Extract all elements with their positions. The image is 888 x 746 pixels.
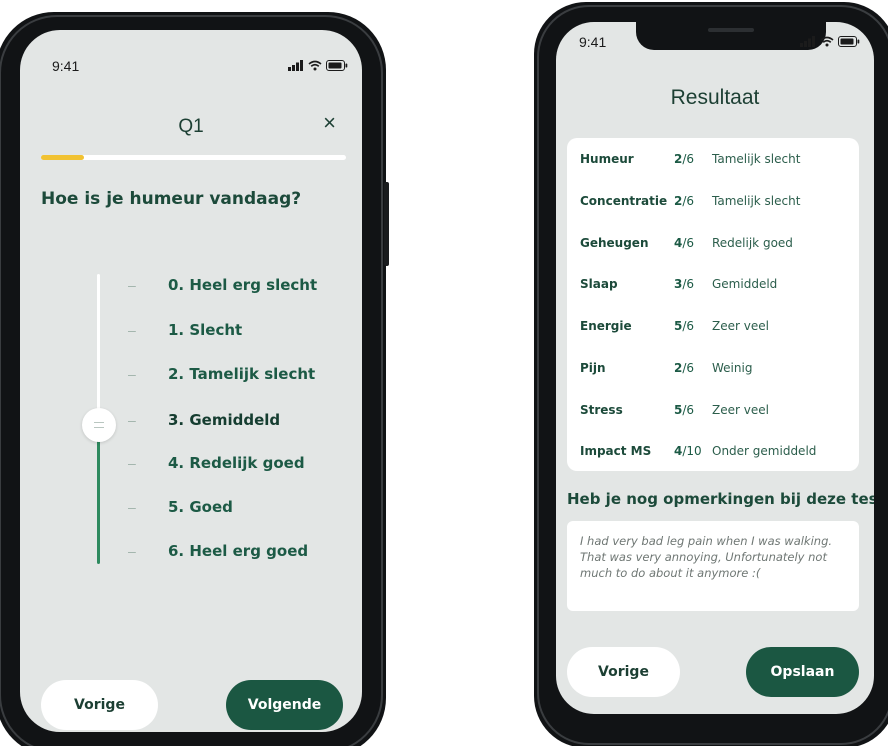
answer-option[interactable]: – 2. Tamelijk slecht (128, 363, 315, 385)
result-description: Tamelijk slecht (712, 152, 801, 166)
result-score: 3/6 (674, 277, 712, 291)
result-description: Gemiddeld (712, 277, 778, 291)
result-category: Slaap (580, 277, 618, 291)
slider-handle[interactable] (82, 408, 116, 442)
results-card: Humeur 2/6 Tamelijk slecht Concentratie 2/6… (567, 138, 859, 471)
result-score: 2/6 (674, 194, 712, 208)
answer-option-label: 6. Heel erg goed (168, 542, 309, 560)
result-row: Stress 5/6 Zeer veel (580, 401, 769, 419)
result-category: Impact MS (580, 444, 652, 458)
result-row: Humeur 2/6 Tamelijk slecht (580, 150, 800, 168)
result-score-max: /6 (682, 194, 695, 208)
answer-option-label: 3. Gemiddeld (168, 411, 281, 429)
result-description: Zeer veel (712, 403, 769, 417)
result-score-max: /10 (682, 444, 702, 458)
tick-mark: – (128, 455, 136, 471)
answer-option[interactable]: – 4. Redelijk goed (128, 452, 305, 474)
result-score: 2/6 (674, 152, 712, 166)
result-category: Stress (580, 403, 623, 417)
slider-track-fill (97, 434, 100, 564)
result-row: Pijn 2/6 Weinig (580, 359, 752, 377)
side-button (384, 182, 389, 266)
result-score-max: /6 (682, 277, 695, 291)
tick-mark: – (128, 322, 136, 338)
result-description: Zeer veel (712, 319, 769, 333)
speaker-grille (708, 28, 754, 32)
tick-mark: – (128, 543, 136, 559)
answer-option-label: 5. Goed (168, 498, 233, 516)
progress-bar (41, 155, 346, 160)
result-category: Concentratie (580, 194, 668, 208)
answer-option-label: 0. Heel erg slecht (168, 276, 318, 294)
result-score-max: /6 (682, 319, 695, 333)
result-row: Energie 5/6 Zeer veel (580, 317, 769, 335)
signal-icon (800, 36, 815, 47)
question-text: Hoe is je humeur vandaag? (41, 189, 302, 209)
status-icons (288, 60, 348, 71)
previous-button[interactable]: Vorige (41, 680, 158, 730)
result-score: 5/6 (674, 403, 712, 417)
grip-icon (94, 422, 104, 428)
previous-button[interactable]: Vorige (567, 647, 680, 697)
result-category: Geheugen (580, 236, 649, 250)
tick-mark: – (128, 412, 136, 428)
answer-option-selected[interactable]: – 3. Gemiddeld (128, 409, 280, 431)
status-time: 9:41 (52, 58, 80, 74)
result-row: Slaap 3/6 Gemiddeld (580, 275, 777, 293)
comment-textarea[interactable]: I had very bad leg pain when I was walki… (567, 521, 859, 611)
next-button[interactable]: Volgende (226, 680, 343, 730)
question-number-title: Q1 (178, 116, 204, 137)
wifi-icon (820, 36, 834, 47)
answer-option[interactable]: – 6. Heel erg goed (128, 540, 308, 562)
result-score-max: /6 (682, 403, 695, 417)
phone-question-screen: 9:41 Q1 × Hoe is je humeur vandaag? – 0. … (0, 12, 389, 746)
close-icon[interactable]: × (323, 112, 336, 134)
status-icons (800, 36, 860, 47)
wifi-icon (308, 60, 322, 71)
result-category: Energie (580, 319, 632, 333)
tick-mark: – (128, 366, 136, 382)
status-time: 9:41 (579, 34, 607, 50)
answer-option-label: 2. Tamelijk slecht (168, 365, 316, 383)
result-row: Geheugen 4/6 Redelijk goed (580, 234, 793, 252)
battery-icon (326, 60, 348, 71)
battery-icon (838, 36, 860, 47)
result-category: Pijn (580, 361, 606, 375)
result-screen: 9:41 Resultaat Humeur 2/6 Tamelijk slecht … (556, 22, 874, 714)
signal-icon (288, 60, 303, 71)
answer-option[interactable]: – 1. Slecht (128, 319, 242, 341)
question-screen: 9:41 Q1 × Hoe is je humeur vandaag? – 0. … (20, 30, 362, 732)
result-score: 2/6 (674, 361, 712, 375)
result-description: Redelijk goed (712, 236, 793, 250)
phone-result-screen: 9:41 Resultaat Humeur 2/6 Tamelijk slecht … (534, 2, 888, 746)
answer-option[interactable]: – 0. Heel erg slecht (128, 274, 317, 296)
phone-notch (636, 22, 826, 50)
answer-option-label: 1. Slecht (168, 321, 243, 339)
result-score-max: /6 (682, 152, 695, 166)
result-description: Onder gemiddeld (712, 444, 817, 458)
result-row: Impact MS 4/10 Onder gemiddeld (580, 442, 816, 460)
answer-option[interactable]: – 5. Goed (128, 496, 233, 518)
result-description: Tamelijk slecht (712, 194, 801, 208)
result-title: Resultaat (670, 86, 760, 109)
tick-mark: – (128, 277, 136, 293)
result-description: Weinig (712, 361, 753, 375)
result-category: Humeur (580, 152, 634, 166)
comment-question: Heb je nog opmerkingen bij deze test? (567, 490, 874, 508)
result-score: 4/6 (674, 236, 712, 250)
answer-option-label: 4. Redelijk goed (168, 454, 305, 472)
progress-fill (41, 155, 84, 160)
result-score-max: /6 (682, 361, 695, 375)
result-score-max: /6 (682, 236, 695, 250)
tick-mark: – (128, 499, 136, 515)
result-score: 4/10 (674, 444, 712, 458)
result-score: 5/6 (674, 319, 712, 333)
result-row: Concentratie 2/6 Tamelijk slecht (580, 192, 800, 210)
save-button[interactable]: Opslaan (746, 647, 859, 697)
